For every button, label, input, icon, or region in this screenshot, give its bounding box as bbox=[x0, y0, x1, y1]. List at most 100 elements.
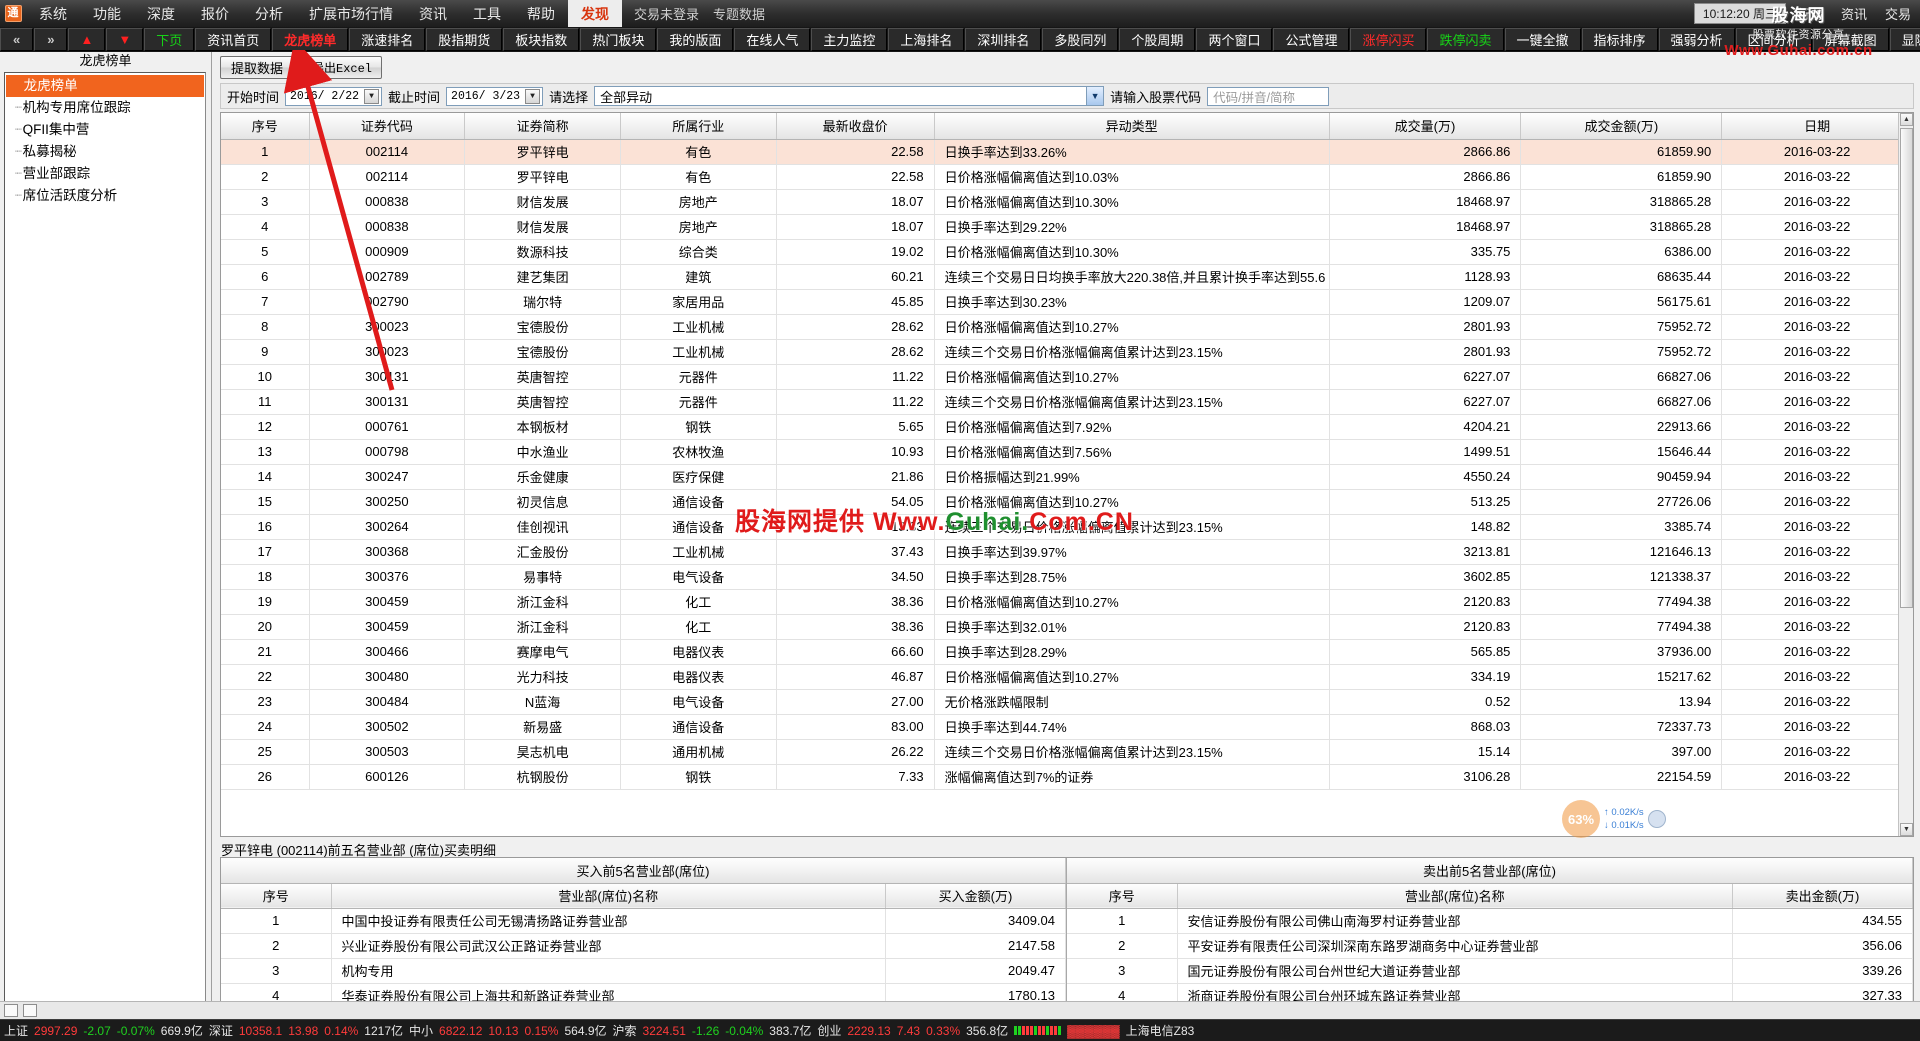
toolbar-button-19[interactable]: 公式管理 bbox=[1273, 28, 1350, 51]
toolbar-button-5[interactable]: 资讯首页 bbox=[195, 28, 272, 51]
scroll-up-arrow-icon[interactable]: ▲ bbox=[1900, 113, 1913, 126]
toolbar-button-2[interactable]: ▲ bbox=[68, 28, 106, 51]
table-row[interactable]: 1 002114 罗平锌电 有色 22.58 日换手率达到33.26% 2866.86 618… bbox=[221, 139, 1913, 165]
sidebar-item-0[interactable]: ┈ 龙虎榜单 bbox=[6, 75, 204, 97]
menu-item-discover[interactable]: 发现 bbox=[568, 0, 622, 27]
toolbar-button-1[interactable]: » bbox=[34, 28, 68, 51]
buy-row[interactable]: 2 兴业证券股份有限公司武汉公正路证券营业部 2147.58 bbox=[221, 933, 1066, 959]
table-row[interactable]: 19 300459 浙江金科 化工 38.36 日价格涨幅偏离值达到10.27% 2120.… bbox=[221, 589, 1913, 615]
scroll-thumb[interactable] bbox=[1900, 128, 1913, 608]
menu-item-analysis[interactable]: 分析 bbox=[242, 0, 296, 27]
grid-col-header-4[interactable]: 最新收盘价 bbox=[776, 113, 935, 140]
toolbar-button-12[interactable]: 在线人气 bbox=[734, 28, 811, 51]
toolbar-button-23[interactable]: 指标排序 bbox=[1581, 28, 1658, 51]
menu-item-system[interactable]: 系统 bbox=[26, 0, 80, 27]
sidebar-item-4[interactable]: ┈ 营业部跟踪 bbox=[5, 163, 205, 185]
toolbar-button-18[interactable]: 两个窗口 bbox=[1196, 28, 1273, 51]
table-row[interactable]: 24 300502 新易盛 通信设备 83.00 日换手率达到44.74% 868.03 72… bbox=[221, 714, 1913, 740]
menu-right-trade[interactable]: 交易 bbox=[1876, 0, 1920, 27]
buy-col-header-0[interactable]: 序号 bbox=[221, 883, 332, 909]
grid-col-header-6[interactable]: 成交量(万) bbox=[1329, 113, 1522, 140]
table-row[interactable]: 14 300247 乐金健康 医疗保健 21.86 日价格振幅达到21.99% 4550.2… bbox=[221, 464, 1913, 490]
sidebar-item-2[interactable]: ┈ QFII集中营 bbox=[5, 119, 205, 141]
toolbar-button-0[interactable]: « bbox=[0, 28, 34, 51]
end-date-spinner-icon[interactable]: ▼ bbox=[525, 88, 541, 104]
grid-col-header-3[interactable]: 所属行业 bbox=[620, 113, 777, 140]
buy-col-header-1[interactable]: 营业部(席位)名称 bbox=[331, 883, 886, 909]
toolbar-button-22[interactable]: 一键全撤 bbox=[1504, 28, 1581, 51]
toolbar-button-21[interactable]: 跌停闪卖 bbox=[1427, 28, 1504, 51]
grid-col-header-7[interactable]: 成交金额(万) bbox=[1520, 113, 1723, 140]
toolbar-button-27[interactable]: 显隐窗口 bbox=[1889, 28, 1920, 51]
menu-item-function[interactable]: 功能 bbox=[80, 0, 134, 27]
sell-col-header-2[interactable]: 卖出金额(万) bbox=[1732, 883, 1913, 909]
table-row[interactable]: 23 300484 N蓝海 电气设备 27.00 无价格涨跌幅限制 0.52 13.94 201… bbox=[221, 689, 1913, 715]
menu-item-help[interactable]: 帮助 bbox=[514, 0, 568, 27]
buy-row[interactable]: 1 中国中投证券有限责任公司无锡清扬路证券营业部 3409.04 bbox=[221, 908, 1066, 934]
sell-row[interactable]: 1 安信证券股份有限公司佛山南海罗村证券营业部 434.55 bbox=[1067, 908, 1913, 934]
table-row[interactable]: 25 300503 昊志机电 通用机械 26.22 连续三个交易日价格涨幅偏离值累计达到2… bbox=[221, 739, 1913, 765]
table-row[interactable]: 15 300250 初灵信息 通信设备 54.05 日价格涨幅偏离值达到10.27% 513… bbox=[221, 489, 1913, 515]
menu-right-quote[interactable]: 行情 bbox=[1788, 0, 1832, 27]
grid-vertical-scrollbar[interactable]: ▲ ▼ bbox=[1898, 113, 1913, 836]
menu-item-tools[interactable]: 工具 bbox=[460, 0, 514, 27]
toolbar-button-10[interactable]: 热门板块 bbox=[580, 28, 657, 51]
toolbar-button-25[interactable]: 区间分析 bbox=[1735, 28, 1812, 51]
toolbar-button-13[interactable]: 主力监控 bbox=[811, 28, 888, 51]
toolbar-button-16[interactable]: 多股同列 bbox=[1042, 28, 1119, 51]
grid-col-header-5[interactable]: 异动类型 bbox=[934, 113, 1330, 140]
table-row[interactable]: 2 002114 罗平锌电 有色 22.58 日价格涨幅偏离值达到10.03% 2866.8… bbox=[221, 164, 1913, 190]
sell-row[interactable]: 3 国元证券股份有限公司台州世纪大道证券营业部 339.26 bbox=[1067, 958, 1913, 984]
table-row[interactable]: 22 300480 光力科技 电器仪表 46.87 日价格涨幅偏离值达到10.27% 334… bbox=[221, 664, 1913, 690]
toolbar-button-9[interactable]: 板块指数 bbox=[503, 28, 580, 51]
grid-col-header-2[interactable]: 证券简称 bbox=[464, 113, 621, 140]
toolbar-button-24[interactable]: 强弱分析 bbox=[1658, 28, 1735, 51]
sidebar-item-1[interactable]: ┈ 机构专用席位跟踪 bbox=[5, 97, 205, 119]
toolbar-button-26[interactable]: 屏幕截图 bbox=[1812, 28, 1889, 51]
table-row[interactable]: 9 300023 宝德股份 工业机械 28.62 连续三个交易日价格涨幅偏离值累计达到23… bbox=[221, 339, 1913, 365]
task-tab-1[interactable] bbox=[4, 1004, 18, 1017]
anomaly-type-select[interactable]: 全部异动 ▼ bbox=[594, 86, 1105, 106]
buy-col-header-2[interactable]: 买入金额(万) bbox=[885, 883, 1066, 909]
menu-item-extended-market[interactable]: 扩展市场行情 bbox=[296, 0, 406, 27]
table-row[interactable]: 16 300264 佳创视讯 通信设备 13.33 连续三个交易日价格涨幅偏离值累计达到2… bbox=[221, 514, 1913, 540]
table-row[interactable]: 11 300131 英唐智控 元器件 11.22 连续三个交易日价格涨幅偏离值累计达到23… bbox=[221, 389, 1913, 415]
sidebar-item-3[interactable]: ┈ 私募揭秘 bbox=[5, 141, 205, 163]
toolbar-button-15[interactable]: 深圳排名 bbox=[965, 28, 1042, 51]
table-row[interactable]: 20 300459 浙江金科 化工 38.36 日换手率达到32.01% 2120.83 77… bbox=[221, 614, 1913, 640]
table-row[interactable]: 10 300131 英唐智控 元器件 11.22 日价格涨幅偏离值达到10.27% 6227… bbox=[221, 364, 1913, 390]
table-row[interactable]: 21 300466 赛摩电气 电器仪表 66.60 日换手率达到28.29% 565.85 3… bbox=[221, 639, 1913, 665]
table-row[interactable]: 12 000761 本钢板材 钢铁 5.65 日价格涨幅偏离值达到7.92% 4204.21… bbox=[221, 414, 1913, 440]
buy-row[interactable]: 3 机构专用 2049.47 bbox=[221, 958, 1066, 984]
fetch-data-button[interactable]: 提取数据 bbox=[220, 56, 294, 79]
sell-col-header-0[interactable]: 序号 bbox=[1067, 883, 1178, 909]
toolbar-button-20[interactable]: 涨停闪买 bbox=[1350, 28, 1427, 51]
table-row[interactable]: 8 300023 宝德股份 工业机械 28.62 日价格涨幅偏离值达到10.27% 2801… bbox=[221, 314, 1913, 340]
menu-item-depth[interactable]: 深度 bbox=[134, 0, 188, 27]
chevron-down-icon[interactable]: ▼ bbox=[1086, 87, 1104, 105]
toolbar-button-8[interactable]: 股指期货 bbox=[426, 28, 503, 51]
table-row[interactable]: 6 002789 建艺集团 建筑 60.21 连续三个交易日日均换手率放大220.38倍,… bbox=[221, 264, 1913, 290]
table-row[interactable]: 7 002790 瑞尔特 家居用品 45.85 日换手率达到30.23% 1209.07 56… bbox=[221, 289, 1913, 315]
table-row[interactable]: 26 600126 杭钢股份 钢铁 7.33 涨幅偏离值达到7%的证券 3106.28 221… bbox=[221, 764, 1913, 790]
end-date-input[interactable]: 2016/ 3/23 ▼ bbox=[446, 86, 544, 106]
toolbar-button-3[interactable]: ▼ bbox=[106, 28, 144, 51]
task-tab-2[interactable] bbox=[23, 1004, 37, 1017]
export-excel-button[interactable]: 导出Excel bbox=[302, 56, 383, 79]
menu-item-news[interactable]: 资讯 bbox=[406, 0, 460, 27]
grid-col-header-1[interactable]: 证券代码 bbox=[309, 113, 466, 140]
toolbar-button-14[interactable]: 上海排名 bbox=[888, 28, 965, 51]
scroll-down-arrow-icon[interactable]: ▼ bbox=[1900, 823, 1913, 836]
sell-row[interactable]: 2 平安证券有限责任公司深圳深南东路罗湖商务中心证券营业部 356.06 bbox=[1067, 933, 1913, 959]
table-row[interactable]: 13 000798 中水渔业 农林牧渔 10.93 日价格涨幅偏离值达到7.56% 1499… bbox=[221, 439, 1913, 465]
toolbar-button-11[interactable]: 我的版面 bbox=[657, 28, 734, 51]
table-row[interactable]: 4 000838 财信发展 房地产 18.07 日换手率达到29.22% 18468.97 3… bbox=[221, 214, 1913, 240]
toolbar-button-7[interactable]: 涨速排名 bbox=[349, 28, 426, 51]
table-row[interactable]: 5 000909 数源科技 综合类 19.02 日价格涨幅偏离值达到10.30% 335.7… bbox=[221, 239, 1913, 265]
start-date-input[interactable]: 2016/ 2/22 ▼ bbox=[285, 86, 383, 106]
table-row[interactable]: 18 300376 易事特 电气设备 34.50 日换手率达到28.75% 3602.85 1… bbox=[221, 564, 1913, 590]
sidebar-item-5[interactable]: ┈ 席位活跃度分析 bbox=[5, 185, 205, 207]
stock-code-input[interactable]: 代码/拼音/简称 bbox=[1207, 86, 1330, 106]
menu-item-quote[interactable]: 报价 bbox=[188, 0, 242, 27]
grid-col-header-8[interactable]: 日期 bbox=[1721, 113, 1913, 140]
